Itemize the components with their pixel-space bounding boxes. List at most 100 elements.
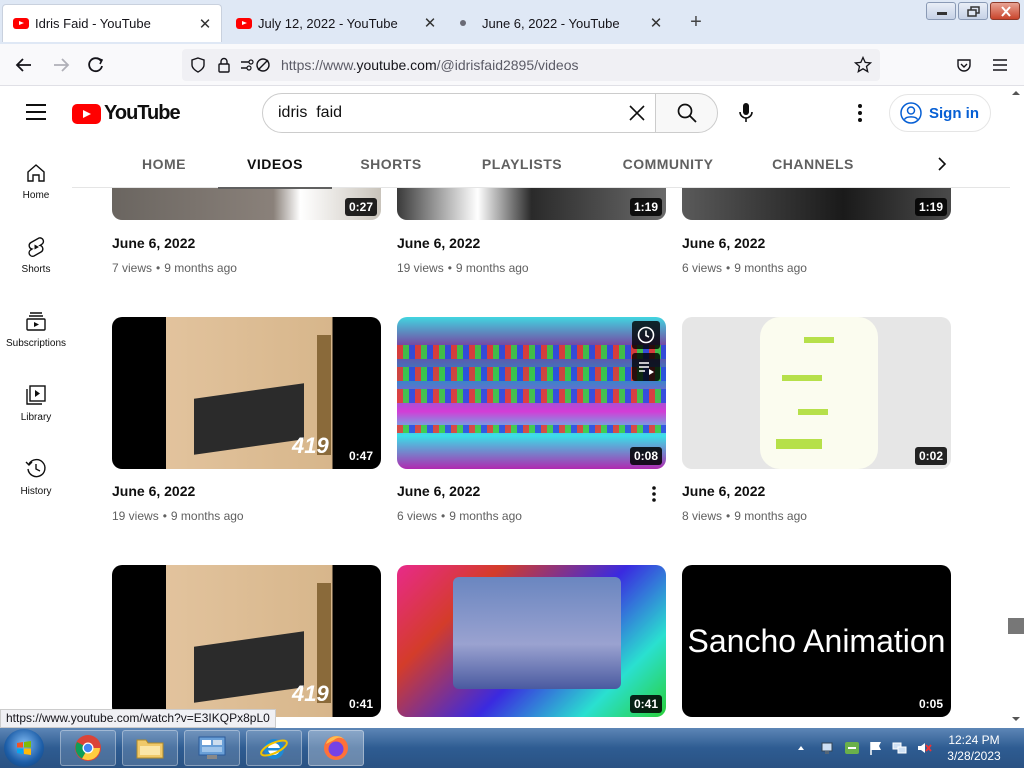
video-thumbnail[interactable]: Sancho Animation 0:05 <box>682 565 951 717</box>
guide-menu-icon[interactable] <box>26 104 46 120</box>
watch-later-icon[interactable] <box>632 321 660 349</box>
browser-tab-2[interactable]: July 12, 2022 - YouTube ✕ <box>226 4 446 42</box>
network-icon[interactable] <box>892 740 908 756</box>
tab-playlists[interactable]: PLAYLISTS <box>470 140 574 188</box>
tab-community[interactable]: COMMUNITY <box>612 140 724 188</box>
video-card[interactable]: 1:19 June 6, 2022 19 views • 9 months ago <box>397 188 666 288</box>
new-tab-button[interactable]: + <box>684 10 708 34</box>
tab-close-icon[interactable]: ✕ <box>646 14 666 32</box>
action-center-flag-icon[interactable] <box>868 740 884 756</box>
taskbar-chrome-button[interactable] <box>60 730 116 766</box>
video-thumbnail[interactable]: 0:08 <box>397 317 666 469</box>
search-button[interactable] <box>655 93 718 133</box>
tab-close-icon[interactable]: ✕ <box>420 14 440 32</box>
page-scrollbar[interactable] <box>1008 86 1024 728</box>
sidebar-item-subscriptions[interactable]: Subscriptions <box>0 288 72 362</box>
permissions-icon[interactable] <box>237 52 273 78</box>
show-hidden-icons-icon[interactable] <box>796 740 812 756</box>
video-duration: 0:27 <box>344 198 377 216</box>
browser-tab-3[interactable]: June 6, 2022 - YouTube ✕ <box>452 4 672 42</box>
close-window-button[interactable] <box>990 2 1020 20</box>
sign-in-button[interactable]: Sign in <box>889 94 991 132</box>
sidebar-item-label: History <box>20 486 52 497</box>
tab-channels[interactable]: CHANNELS <box>766 140 860 188</box>
taskbar-control-panel-button[interactable] <box>184 730 240 766</box>
app-menu-button[interactable] <box>987 53 1013 77</box>
video-title[interactable]: June 6, 2022 <box>682 483 765 499</box>
shield-icon[interactable] <box>185 52 211 78</box>
account-circle-icon <box>900 102 922 124</box>
start-button[interactable] <box>4 729 44 767</box>
forward-button[interactable] <box>48 53 74 77</box>
video-card[interactable]: 0:08 June 6, 2022 6 views • 9 months ago <box>397 317 666 527</box>
restore-button[interactable] <box>958 2 988 20</box>
url-text[interactable]: https://www.youtube.com/@idrisfaid2895/v… <box>281 57 579 73</box>
voice-search-button[interactable] <box>728 93 764 133</box>
video-action-menu-button[interactable] <box>646 483 662 505</box>
pocket-button[interactable] <box>951 53 977 77</box>
tab-videos[interactable]: VIDEOS <box>218 140 332 189</box>
thumbnail-overlay-number: 419 <box>292 433 329 458</box>
video-thumbnail[interactable]: 0:27 <box>112 188 381 220</box>
video-title[interactable]: June 6, 2022 <box>112 235 195 251</box>
video-thumbnail[interactable]: 419 0:47 <box>112 317 381 469</box>
video-card[interactable]: 0:02 June 6, 2022 8 views • 9 months ago <box>682 317 951 527</box>
settings-kebab-button[interactable] <box>850 100 870 126</box>
scroll-down-arrow-icon[interactable] <box>1008 714 1024 724</box>
scrollbar-thumb[interactable] <box>1008 618 1024 634</box>
network-adapter-icon[interactable] <box>820 740 836 756</box>
sidebar-item-home[interactable]: Home <box>0 140 72 214</box>
tab-home[interactable]: HOME <box>124 140 204 188</box>
sidebar-item-history[interactable]: History <box>0 436 72 510</box>
bookmark-star-icon[interactable] <box>850 52 876 78</box>
video-card[interactable]: 0:41 <box>397 565 666 717</box>
youtube-logo[interactable]: YouTube <box>72 102 181 125</box>
video-metadata: 7 views • 9 months ago <box>112 261 237 275</box>
clear-search-icon[interactable] <box>619 95 655 131</box>
taskbar-clock[interactable]: 12:24 PM 3/28/2023 <box>936 732 1012 764</box>
video-thumbnail[interactable]: 1:19 <box>397 188 666 220</box>
video-thumbnail[interactable]: 0:41 <box>397 565 666 717</box>
taskbar-firefox-button[interactable] <box>308 730 364 766</box>
more-vertical-icon <box>858 104 862 122</box>
browser-tab-1[interactable]: Idris Faid - YouTube ✕ <box>2 4 222 42</box>
tab-shorts[interactable]: SHORTS <box>346 140 436 188</box>
tab-close-icon[interactable]: ✕ <box>195 15 215 33</box>
tabs-next-chevron-icon[interactable] <box>930 152 954 176</box>
sidebar-item-shorts[interactable]: Shorts <box>0 214 72 288</box>
video-card[interactable]: 0:27 June 6, 2022 7 views • 9 months ago <box>112 188 381 288</box>
add-to-queue-icon[interactable] <box>632 353 660 381</box>
video-card[interactable]: Sancho Animation 0:05 <box>682 565 951 717</box>
minimize-button[interactable] <box>926 2 956 20</box>
more-vertical-icon <box>652 486 656 502</box>
reload-button[interactable] <box>83 53 109 77</box>
video-thumbnail[interactable]: 419 0:41 <box>112 565 381 717</box>
video-card[interactable]: 419 0:41 <box>112 565 381 717</box>
taskbar-explorer-button[interactable] <box>122 730 178 766</box>
glitch-band <box>397 367 666 381</box>
video-title[interactable]: June 6, 2022 <box>397 483 480 499</box>
chrome-icon <box>75 735 101 761</box>
volume-muted-icon[interactable] <box>916 740 932 756</box>
search-input[interactable]: idris faid <box>262 93 656 133</box>
search-input-value[interactable]: idris faid <box>278 104 619 122</box>
link-status-bar: https://www.youtube.com/watch?v=E3IKQPx8… <box>0 709 276 728</box>
app-tray-green-icon[interactable] <box>844 740 860 756</box>
thumbnail-mark <box>804 337 834 343</box>
video-thumbnail[interactable]: 1:19 <box>682 188 951 220</box>
video-title[interactable]: June 6, 2022 <box>397 235 480 251</box>
video-title[interactable]: June 6, 2022 <box>112 483 195 499</box>
video-title[interactable]: June 6, 2022 <box>682 235 765 251</box>
video-card[interactable]: 419 0:47 June 6, 2022 19 views • 9 months … <box>112 317 381 527</box>
mini-guide-sidebar: Home Shorts Subscriptions Library Histor… <box>0 140 72 720</box>
video-card[interactable]: 1:19 June 6, 2022 6 views • 9 months ago <box>682 188 951 288</box>
clock-date: 3/28/2023 <box>947 749 1001 763</box>
address-bar[interactable]: https://www.youtube.com/@idrisfaid2895/v… <box>182 49 880 81</box>
scroll-up-arrow-icon[interactable] <box>1008 88 1024 98</box>
lock-icon[interactable] <box>211 52 237 78</box>
glitch-band <box>397 389 666 403</box>
video-thumbnail[interactable]: 0:02 <box>682 317 951 469</box>
back-button[interactable] <box>11 53 37 77</box>
taskbar-ie-button[interactable] <box>246 730 302 766</box>
sidebar-item-library[interactable]: Library <box>0 362 72 436</box>
